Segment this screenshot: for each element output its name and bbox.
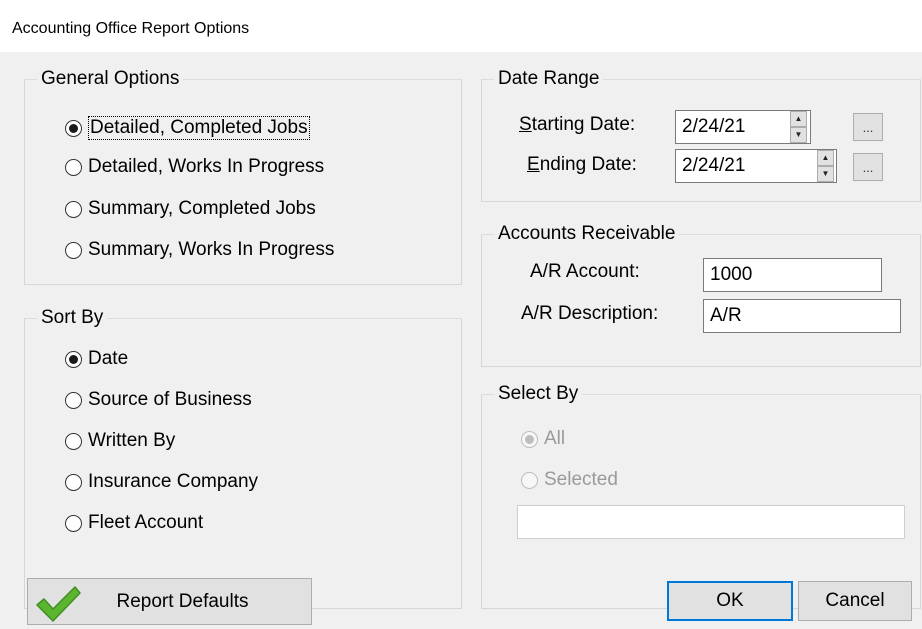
spin-down-icon[interactable]: ▼: [817, 166, 834, 182]
radio-label: Detailed, Completed Jobs: [88, 116, 310, 140]
cancel-button[interactable]: Cancel: [798, 581, 912, 621]
radio-detailed-works-in-progress[interactable]: Detailed, Works In Progress: [65, 156, 324, 178]
radio-label: Detailed, Works In Progress: [88, 156, 325, 177]
radio-button[interactable]: [65, 119, 82, 137]
starting-date-picker-button[interactable]: ...: [853, 113, 883, 141]
ending-date-picker-button[interactable]: ...: [853, 153, 883, 181]
radio-select-all[interactable]: All: [521, 428, 565, 450]
radio-detailed-completed-jobs[interactable]: Detailed, Completed Jobs: [65, 116, 310, 140]
radio-sort-fleet-account[interactable]: Fleet Account: [65, 512, 203, 534]
radio-button[interactable]: [521, 430, 538, 448]
radio-button[interactable]: [65, 391, 82, 409]
spin-up-icon[interactable]: ▲: [817, 150, 834, 166]
ar-description-label: A/R Description:: [521, 303, 659, 324]
starting-date-label: Starting Date:: [519, 114, 636, 135]
radio-label: Summary, Completed Jobs: [88, 198, 316, 219]
starting-date-spinner[interactable]: ▲ ▼: [790, 111, 807, 143]
radio-button[interactable]: [65, 473, 82, 491]
select-by-legend: Select By: [494, 383, 583, 405]
radio-label: Insurance Company: [88, 471, 259, 492]
ending-date-input[interactable]: 2/24/21: [675, 149, 837, 183]
radio-select-selected[interactable]: Selected: [521, 469, 618, 491]
selected-input[interactable]: [517, 505, 905, 539]
radio-button[interactable]: [65, 241, 82, 259]
radio-button[interactable]: [65, 200, 82, 218]
radio-button[interactable]: [65, 350, 82, 368]
cancel-label: Cancel: [825, 590, 885, 611]
radio-button[interactable]: [65, 158, 82, 176]
spin-down-icon[interactable]: ▼: [790, 127, 807, 143]
dialog-body: General Options Detailed, Completed Jobs…: [0, 52, 922, 629]
ar-account-input[interactable]: 1000: [703, 258, 882, 292]
radio-summary-completed-jobs[interactable]: Summary, Completed Jobs: [65, 198, 316, 220]
radio-label: All: [544, 428, 566, 449]
radio-summary-works-in-progress[interactable]: Summary, Works In Progress: [65, 239, 334, 261]
ending-date-label: Ending Date:: [527, 154, 637, 175]
accounts-receivable-legend: Accounts Receivable: [494, 223, 680, 245]
ar-account-label: A/R Account:: [530, 261, 640, 282]
radio-label: Summary, Works In Progress: [88, 239, 335, 260]
radio-label: Fleet Account: [88, 512, 204, 533]
radio-button[interactable]: [65, 514, 82, 532]
general-options-legend: General Options: [37, 68, 184, 90]
radio-button[interactable]: [521, 471, 538, 489]
radio-button[interactable]: [65, 432, 82, 450]
radio-sort-date[interactable]: Date: [65, 348, 128, 370]
radio-label: Selected: [544, 469, 618, 490]
select-by-group: Select By: [481, 383, 921, 609]
title-bar: Accounting Office Report Options: [0, 0, 922, 52]
radio-label: Date: [88, 348, 129, 369]
date-range-legend: Date Range: [494, 68, 604, 90]
radio-sort-insurance-company[interactable]: Insurance Company: [65, 471, 258, 493]
radio-sort-source-of-business[interactable]: Source of Business: [65, 389, 252, 411]
ok-label: OK: [716, 590, 744, 611]
window-title: Accounting Office Report Options: [12, 20, 250, 37]
radio-label: Source of Business: [88, 389, 252, 410]
spin-up-icon[interactable]: ▲: [790, 111, 807, 127]
sort-by-legend: Sort By: [37, 307, 108, 329]
report-defaults-button[interactable]: Report Defaults: [27, 578, 312, 625]
report-defaults-label: Report Defaults: [116, 590, 249, 612]
ar-description-input[interactable]: A/R: [703, 299, 901, 333]
ok-button[interactable]: OK: [667, 581, 793, 621]
radio-label: Written By: [88, 430, 176, 451]
checkmark-icon: [36, 586, 81, 622]
ending-date-spinner[interactable]: ▲ ▼: [817, 150, 834, 182]
radio-sort-written-by[interactable]: Written By: [65, 430, 175, 452]
